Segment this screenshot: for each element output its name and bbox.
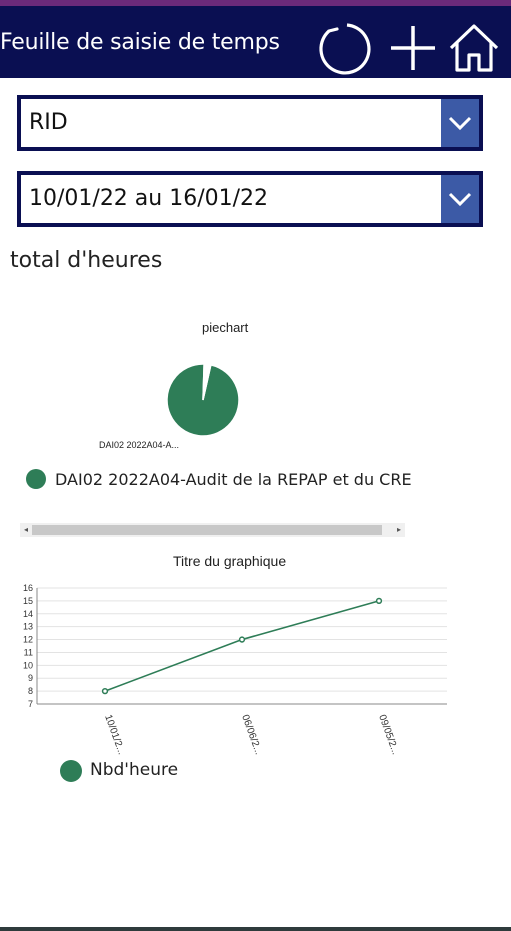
project-dropdown[interactable]: RID — [17, 95, 483, 151]
y-tick-label: 14 — [23, 609, 33, 619]
scroll-right-icon[interactable]: ▸ — [393, 523, 405, 537]
x-tick-label: 06/06/2... — [239, 713, 264, 756]
refresh-icon[interactable] — [317, 20, 373, 76]
x-tick-label: 10/01/2... — [102, 713, 127, 756]
x-tick-label: 09/05/2... — [376, 713, 401, 756]
app-header: Feuille de saisie de temps — [0, 6, 511, 78]
data-point — [238, 636, 246, 643]
y-tick-label: 15 — [23, 596, 33, 606]
app-title: Feuille de saisie de temps — [0, 30, 280, 55]
data-point — [101, 687, 109, 695]
project-dropdown-button[interactable] — [441, 99, 479, 147]
line-legend-label: Nbd'heure — [90, 760, 179, 780]
chevron-down-icon — [448, 192, 472, 207]
y-tick-label: 12 — [23, 635, 33, 645]
y-tick-label: 8 — [28, 686, 33, 696]
add-icon[interactable] — [385, 20, 441, 76]
pie-legend-marker — [26, 469, 46, 489]
line-legend-marker — [60, 760, 82, 782]
y-tick-label: 9 — [28, 673, 33, 683]
pie-chart — [166, 363, 240, 437]
scroll-thumb[interactable] — [32, 525, 382, 535]
y-tick-label: 13 — [23, 622, 33, 632]
scroll-left-icon[interactable]: ◂ — [20, 523, 32, 537]
y-tick-label: 10 — [23, 660, 33, 670]
y-tick-label: 11 — [24, 647, 33, 657]
period-dropdown-button[interactable] — [441, 175, 479, 223]
line-chart: 7 8 9 10 11 12 13 14 15 16 10/01/2... 06/06/2... 09/… — [23, 583, 447, 756]
pie-chart-title: piechart — [202, 320, 249, 335]
series-line — [104, 600, 380, 692]
pie-legend-label: DAI02 2022A04-Audit de la REPAP et du CR… — [55, 470, 412, 489]
total-hours-label: total d'heures — [10, 248, 163, 273]
data-point — [375, 597, 383, 605]
pie-slice-label: DAI02 2022A04-A... — [99, 440, 180, 450]
line-chart-title: Titre du graphique — [173, 553, 287, 569]
y-tick-label: 16 — [23, 583, 33, 593]
legend-scrollbar[interactable]: ◂ ▸ — [20, 523, 405, 537]
chevron-down-icon — [448, 116, 472, 131]
bottom-divider — [0, 927, 511, 931]
period-dropdown-value: 10/01/22 au 16/01/22 — [29, 186, 269, 211]
y-tick-label: 7 — [28, 699, 33, 709]
period-dropdown[interactable]: 10/01/22 au 16/01/22 — [17, 171, 483, 227]
project-dropdown-value: RID — [29, 110, 68, 135]
home-icon[interactable] — [446, 20, 502, 76]
